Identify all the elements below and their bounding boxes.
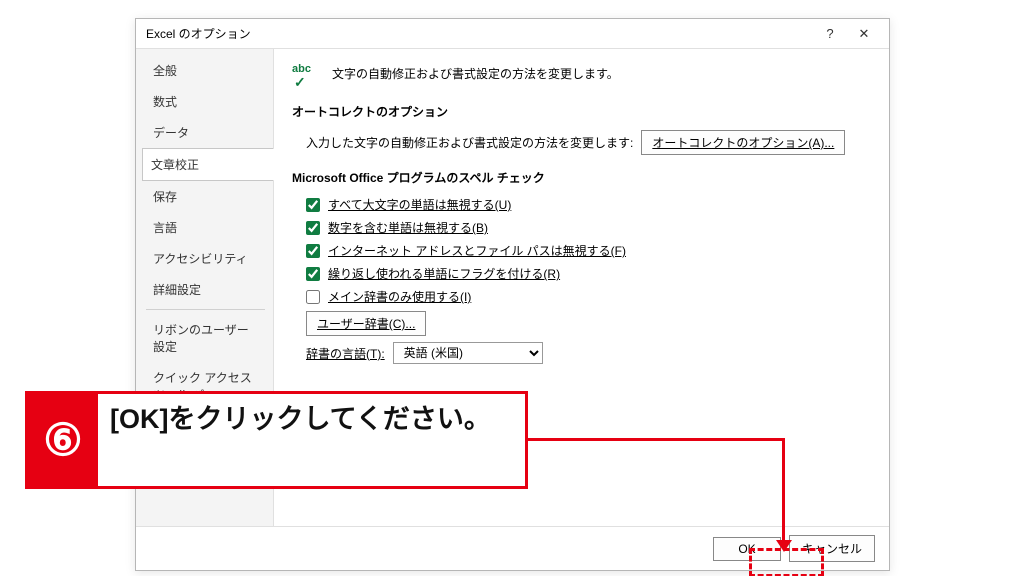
divider xyxy=(146,309,265,310)
instruction-text: [OK]をクリックしてください。 xyxy=(98,394,525,486)
chk-upper-row: すべて大文字の単語は無視する(U) xyxy=(292,196,871,213)
sidebar-item-formulas[interactable]: 数式 xyxy=(142,86,267,117)
chk-mainonly-label: メイン辞書のみ使用する(I) xyxy=(328,288,471,305)
dictlang-label: 辞書の言語(T): xyxy=(306,345,385,362)
dialog-title: Excel のオプション xyxy=(146,25,813,42)
callout-arrow-head-icon xyxy=(776,540,792,552)
callout-arrow-horizontal xyxy=(528,438,785,441)
close-button[interactable]: ✕ xyxy=(847,20,881,48)
sidebar-item-accessibility[interactable]: アクセシビリティ xyxy=(142,243,267,274)
chk-flag-repeat[interactable] xyxy=(306,267,320,281)
user-dict-button[interactable]: ユーザー辞書(C)... xyxy=(306,311,426,336)
chk-repeat-label: 繰り返し使われる単語にフラグを付ける(R) xyxy=(328,265,560,282)
chk-numbers-label: 数字を含む単語は無視する(B) xyxy=(328,219,488,236)
sidebar-item-proofing[interactable]: 文章校正 xyxy=(142,148,274,181)
sidebar-item-language[interactable]: 言語 xyxy=(142,212,267,243)
autocorrect-options-button[interactable]: オートコレクトのオプション(A)... xyxy=(641,130,845,155)
heading-row: abc ✓ 文字の自動修正および書式設定の方法を変更します。 xyxy=(292,63,871,87)
step-number-badge: ⑥ xyxy=(28,394,98,486)
chk-internet-label: インターネット アドレスとファイル パスは無視する(F) xyxy=(328,242,626,259)
dictlang-row: 辞書の言語(T): 英語 (米国) xyxy=(292,342,871,364)
sidebar-item-ribbon[interactable]: リボンのユーザー設定 xyxy=(142,314,267,362)
chk-ignore-uppercase[interactable] xyxy=(306,198,320,212)
proofing-icon: abc ✓ xyxy=(292,63,322,87)
chk-upper-label: すべて大文字の単語は無視する(U) xyxy=(328,196,511,213)
help-button[interactable]: ? xyxy=(813,20,847,48)
cancel-button[interactable]: キャンセル xyxy=(789,535,875,562)
autocorrect-row: 入力した文字の自動修正および書式設定の方法を変更します: オートコレクトのオプシ… xyxy=(292,130,871,155)
autocorrect-desc: 入力した文字の自動修正および書式設定の方法を変更します: xyxy=(306,134,633,151)
chk-internet-row: インターネット アドレスとファイル パスは無視する(F) xyxy=(292,242,871,259)
chk-ignore-internet[interactable] xyxy=(306,244,320,258)
chk-mainonly-row: メイン辞書のみ使用する(I) xyxy=(292,288,871,305)
chk-main-dict-only[interactable] xyxy=(306,290,320,304)
sidebar-item-general[interactable]: 全般 xyxy=(142,55,267,86)
heading-text: 文字の自動修正および書式設定の方法を変更します。 xyxy=(332,63,619,82)
sidebar-item-advanced[interactable]: 詳細設定 xyxy=(142,274,267,305)
checkmark-icon: ✓ xyxy=(294,74,306,91)
section-spell-title: Microsoft Office プログラムのスペル チェック xyxy=(292,169,871,186)
instruction-callout: ⑥ [OK]をクリックしてください。 xyxy=(25,391,528,489)
sidebar-item-save[interactable]: 保存 xyxy=(142,181,267,212)
chk-repeat-row: 繰り返し使われる単語にフラグを付ける(R) xyxy=(292,265,871,282)
section-autocorrect-title: オートコレクトのオプション xyxy=(292,103,871,120)
userdict-row: ユーザー辞書(C)... xyxy=(292,311,871,336)
chk-ignore-numbers[interactable] xyxy=(306,221,320,235)
callout-arrow-vertical xyxy=(782,438,785,542)
sidebar-item-data[interactable]: データ xyxy=(142,117,267,148)
dict-language-select[interactable]: 英語 (米国) xyxy=(393,342,543,364)
chk-numbers-row: 数字を含む単語は無視する(B) xyxy=(292,219,871,236)
ok-button[interactable]: OK xyxy=(713,537,781,561)
titlebar: Excel のオプション ? ✕ xyxy=(136,19,889,49)
